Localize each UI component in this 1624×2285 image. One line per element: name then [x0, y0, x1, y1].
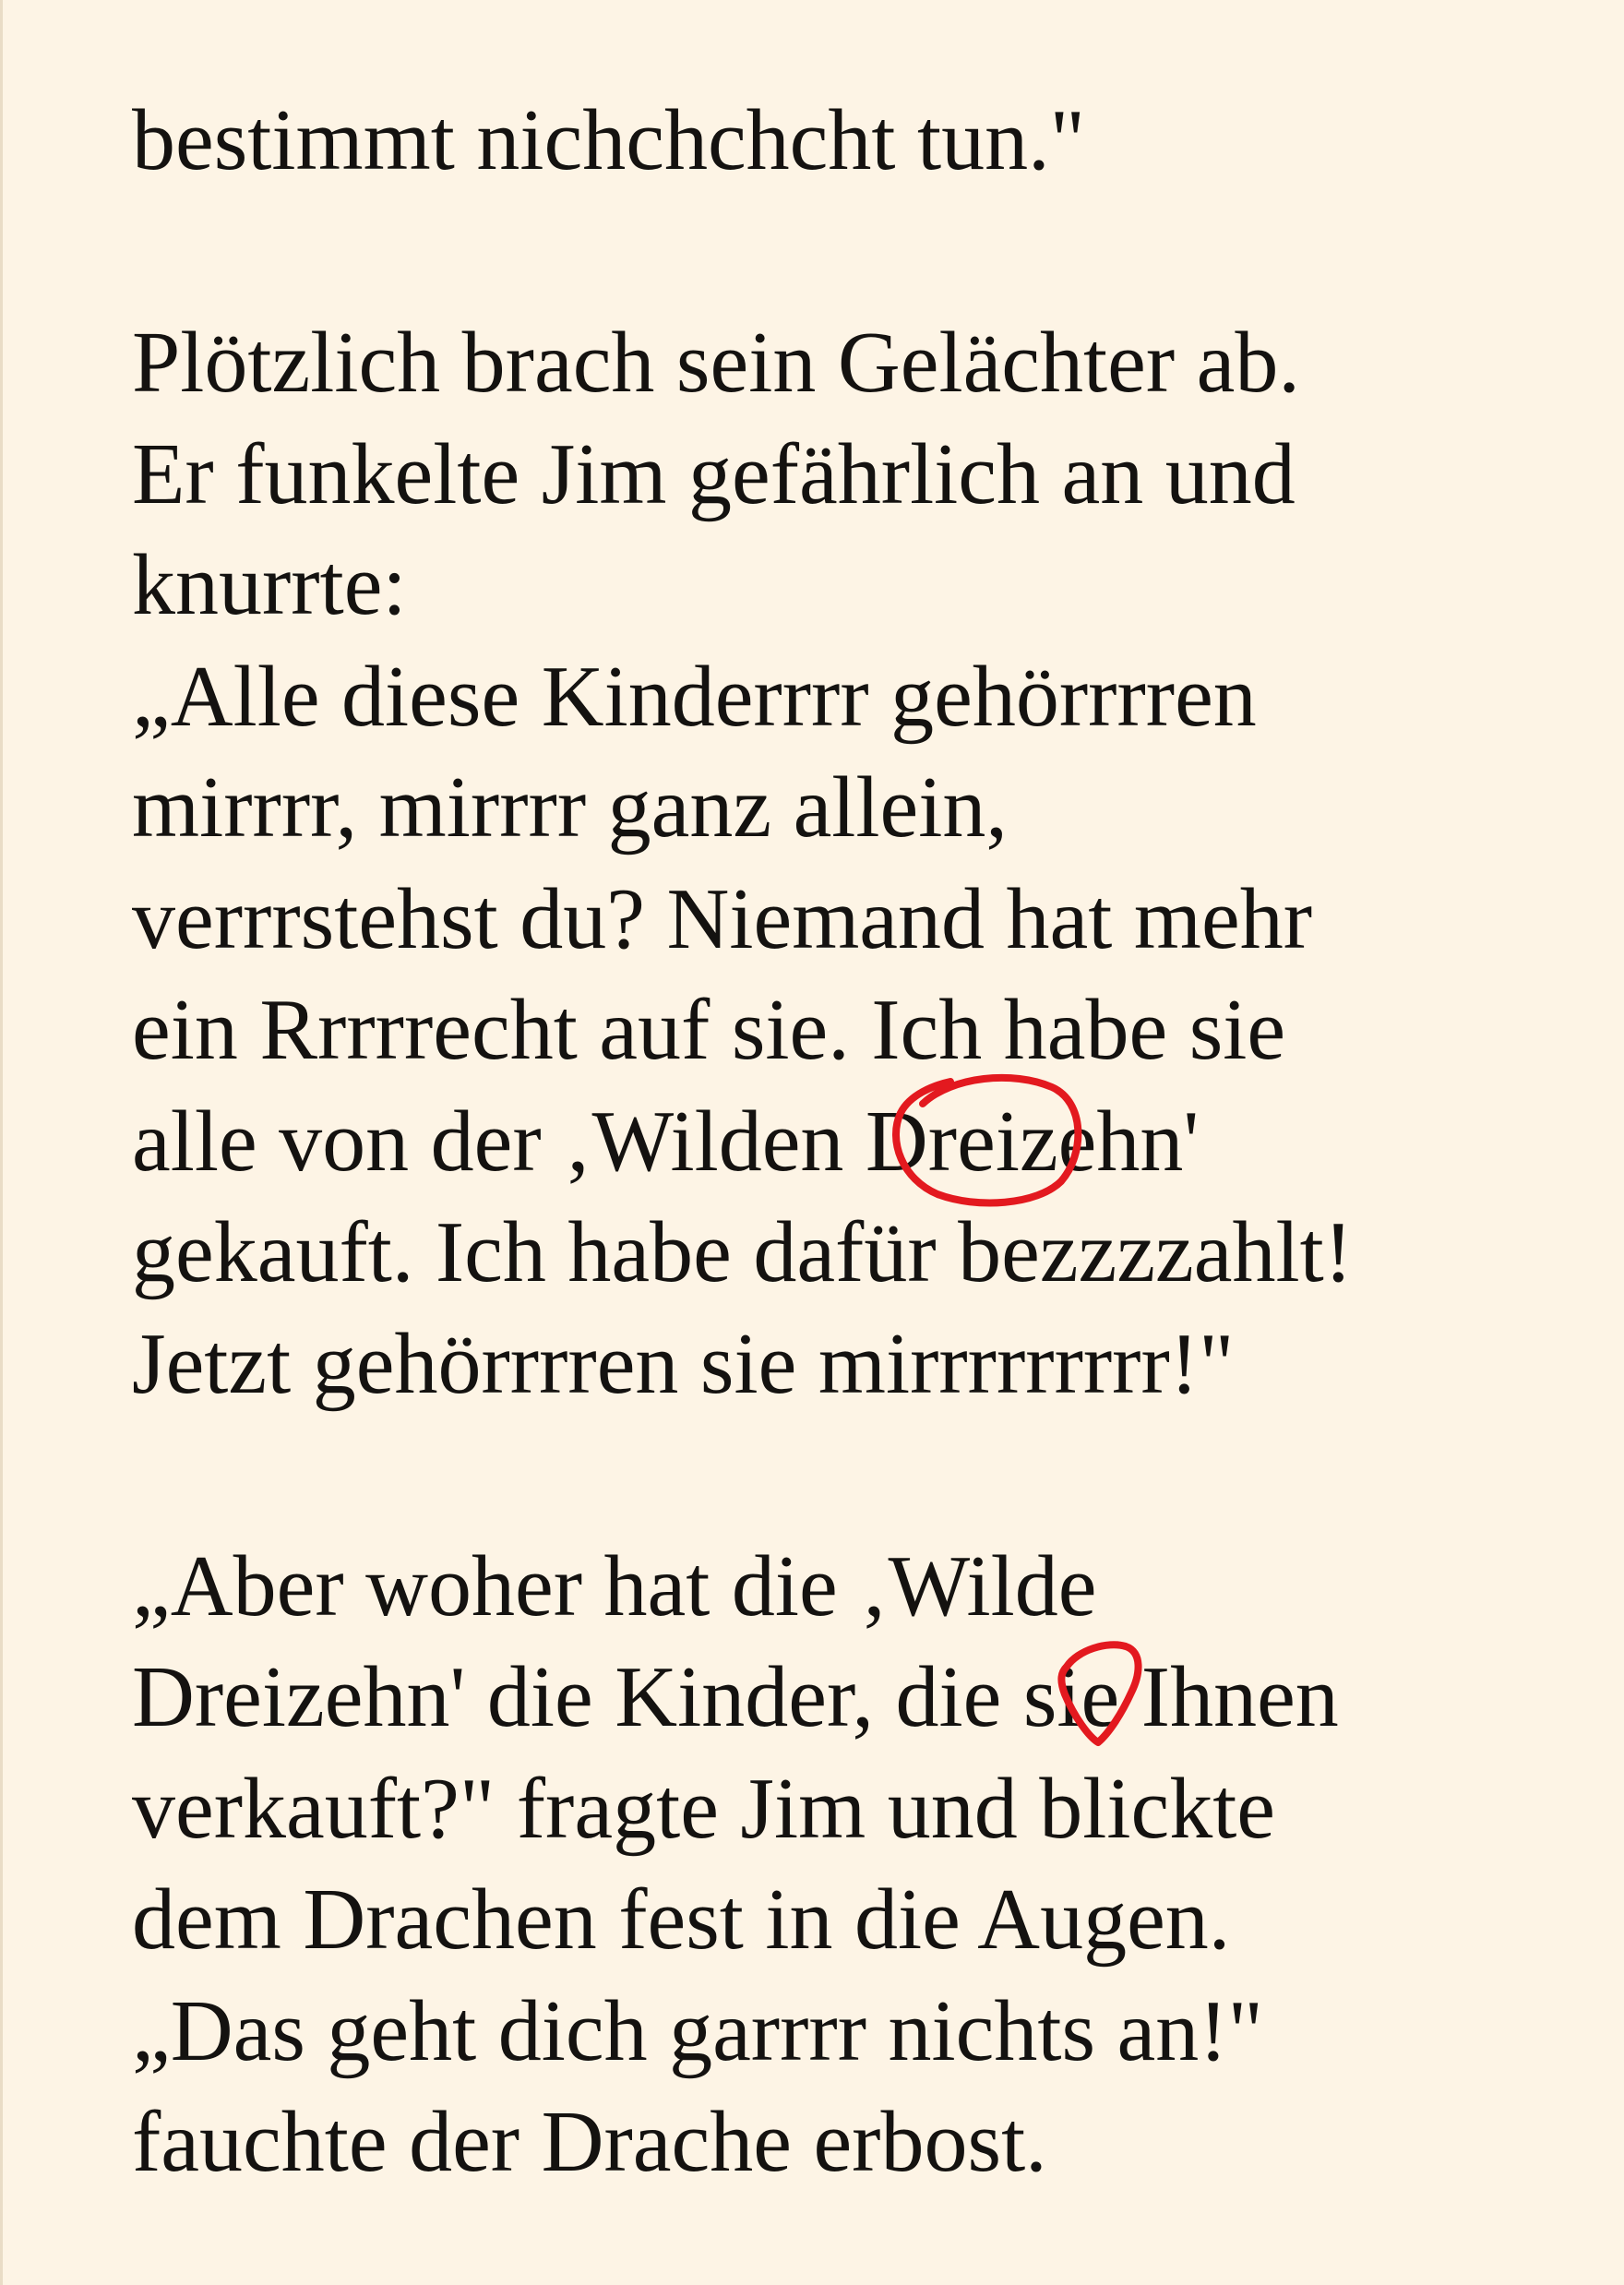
text-line: mirrrr, mirrrr ganz allein, [132, 760, 1008, 855]
page-edge [0, 0, 3, 2285]
text-line: „Alle diese Kinderrrr gehörrrren [132, 648, 1257, 745]
text-line: verkauft?" fragte Jim und blickte [132, 1760, 1276, 1857]
text-line: „Das geht dich garrrr nichts an!" [132, 1982, 1263, 2079]
text-line: fauchte der Drache erbost. [132, 2094, 1047, 2190]
text-line: Er funkelte Jim gefährlich an und [132, 425, 1296, 522]
text-line: Dreizehn' die Kinder, die sie Ihnen [132, 1649, 1339, 1745]
text-line: bestimmt nichchchcht tun." [132, 92, 1085, 188]
text-line: alle von der ‚Wilden Dreizehn' [132, 1093, 1200, 1190]
text-line: „Aber woher hat die ‚Wilde [132, 1537, 1097, 1634]
reader-text-body[interactable]: bestimmt nichchchcht tun." Plötzlich bra… [132, 85, 1571, 2198]
text-line: dem Drachen fest in die Augen. [132, 1872, 1231, 1968]
text-line: knurrte: [132, 537, 407, 633]
text-line: verrrstehst du? Niemand hat mehr [132, 870, 1313, 967]
text-line: ein Rrrrrecht auf sie. Ich habe sie [132, 982, 1286, 1078]
text-line: Plötzlich brach sein Gelächter ab. [132, 315, 1300, 411]
text-line: gekauft. Ich habe dafür bezzzzahlt! [132, 1204, 1354, 1300]
text-line: Jetzt gehörrrren sie mirrrrrrrrr!" [132, 1315, 1235, 1412]
